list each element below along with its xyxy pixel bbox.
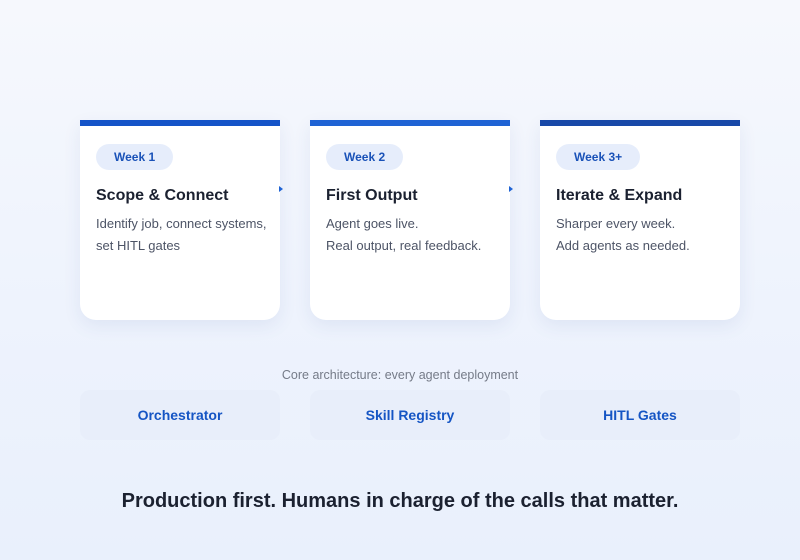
connector-arrow-icon — [509, 186, 513, 192]
phase-description-line: Real output, real feedback. — [326, 238, 482, 253]
architecture-component-hitl-gates: HITL Gates — [540, 390, 740, 440]
phase-card-accent-bar — [310, 120, 510, 126]
phase-card-week-3-plus: Week 3+ Iterate & Expand Sharper every w… — [540, 120, 740, 320]
phase-badge: Week 1 — [96, 144, 174, 170]
phase-description-line: Sharper every week. — [556, 216, 676, 231]
connector-arrow-icon — [279, 186, 283, 192]
architecture-component-skill-registry: Skill Registry — [310, 390, 510, 440]
phase-card-week-2: Week 2 First Output Agent goes live. Rea… — [310, 120, 510, 320]
phase-description-line: Add agents as needed. — [556, 238, 690, 253]
phase-description-line: Agent goes live. — [326, 216, 419, 231]
phase-card-accent-bar — [540, 120, 740, 126]
phase-card-accent-bar — [80, 120, 280, 126]
phase-card-week-1: Week 1 Scope & Connect Identify job, con… — [80, 120, 280, 320]
phase-title: Iterate & Expand — [556, 187, 683, 204]
architecture-caption: Core architecture: every agent deploymen… — [281, 368, 519, 382]
phase-title: Scope & Connect — [96, 187, 229, 204]
phase-title: First Output — [326, 187, 418, 204]
phase-badge: Week 2 — [326, 144, 404, 170]
architecture-component-orchestrator: Orchestrator — [80, 390, 280, 440]
phase-description-line: set HITL gates — [96, 238, 181, 253]
phase-description-line: Identify job, connect systems, — [96, 216, 267, 231]
phase-timeline: Week 1 Scope & Connect Identify job, con… — [80, 120, 740, 320]
tagline: Production first. Humans in charge of th… — [121, 490, 679, 512]
phase-badge: Week 3+ — [556, 144, 641, 170]
